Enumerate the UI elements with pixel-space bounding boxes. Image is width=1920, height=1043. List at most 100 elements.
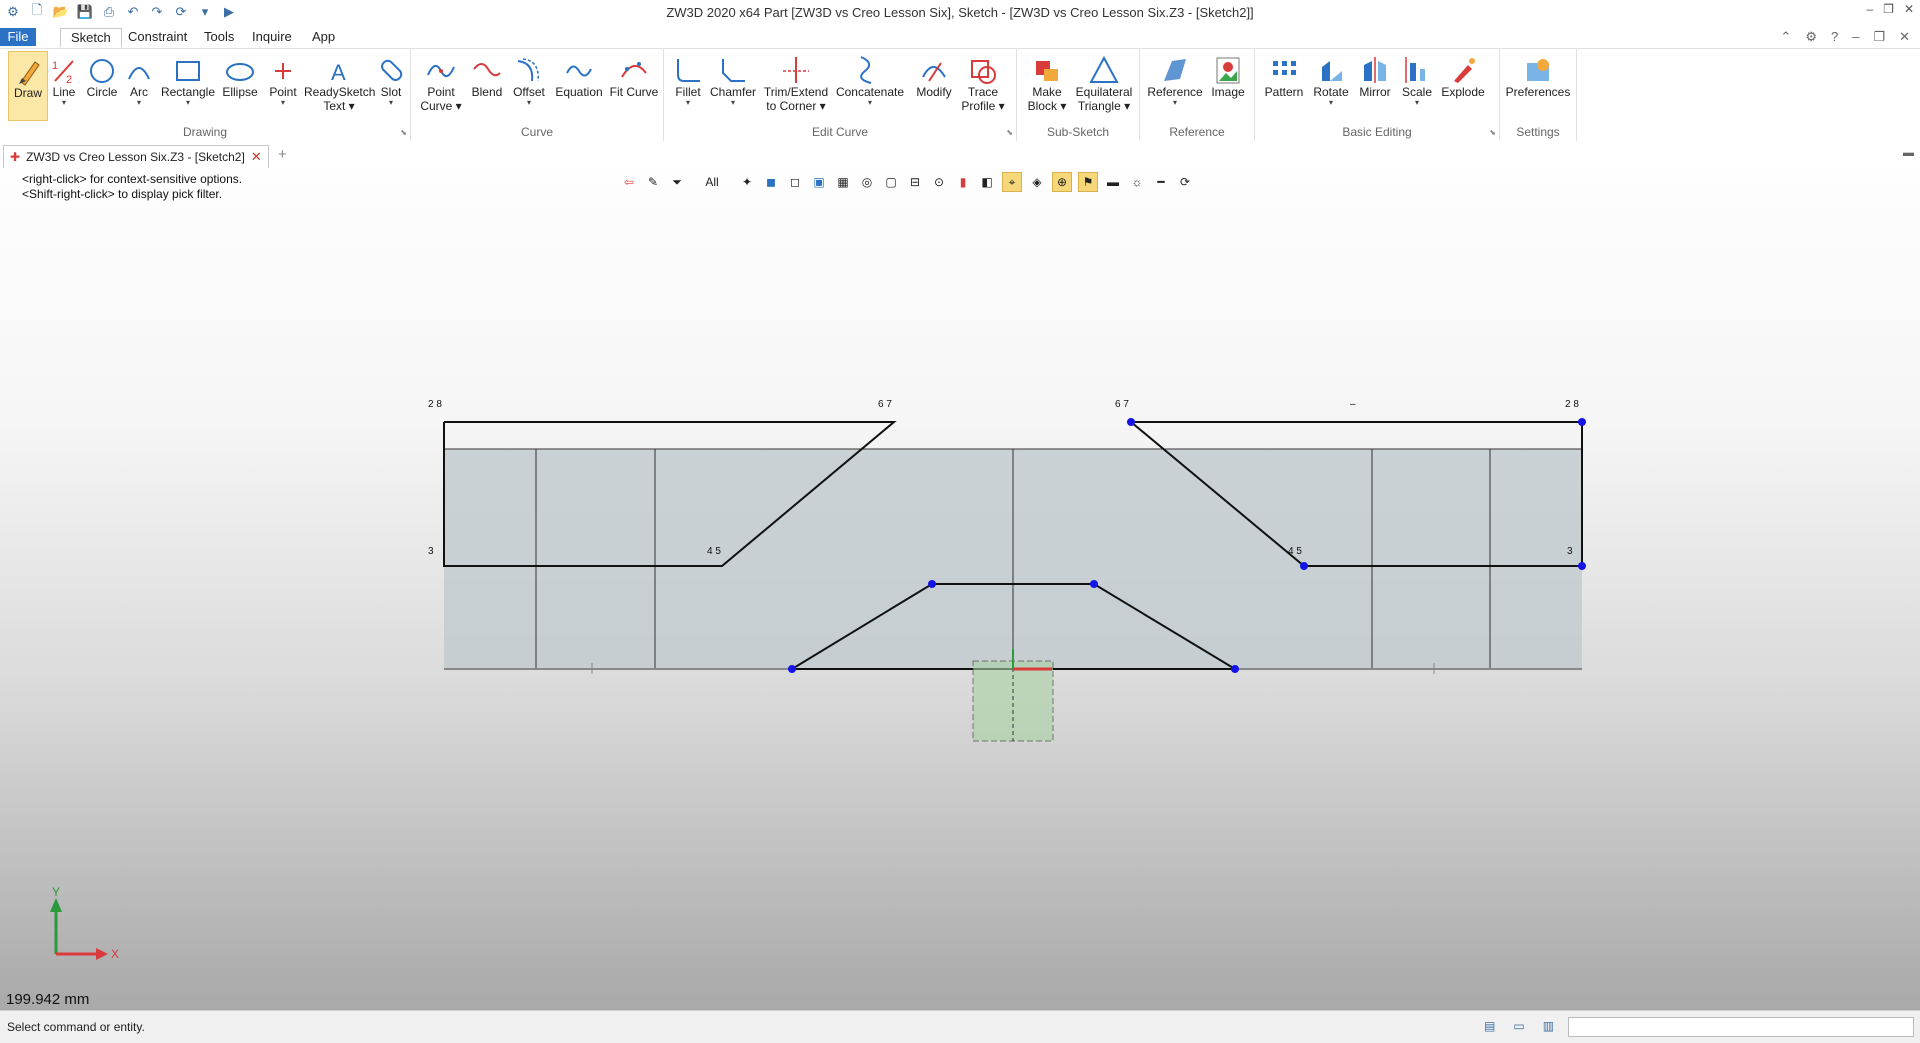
add-tab-icon[interactable]: + [278, 146, 287, 163]
blend-icon [473, 63, 501, 77]
readysketch-text-button[interactable]: A ReadySketch Text ▾ [304, 51, 375, 113]
mirror-button[interactable]: Mirror [1355, 51, 1395, 99]
tab-sketch[interactable]: Sketch [60, 28, 122, 47]
close-tab-icon[interactable]: ✕ [251, 146, 262, 168]
point-plus-icon [275, 63, 291, 79]
group-title-edit-curve: Edit Curve [811, 125, 869, 139]
pattern-icon [1273, 61, 1296, 75]
ribbon-tab-bar: File Sketch Constraint Tools Inquire App… [0, 26, 1920, 48]
rectangle-button[interactable]: Rectangle ▾ [160, 51, 216, 107]
explode-button[interactable]: Explode [1439, 51, 1487, 99]
doc-close-icon[interactable]: ✕ [1899, 29, 1910, 45]
concatenate-icon [860, 56, 872, 84]
scale-button[interactable]: Scale ▾ [1399, 51, 1435, 107]
settings-gear-icon[interactable]: ⚙ [1805, 29, 1817, 45]
preferences-icon [1527, 59, 1549, 81]
reference-plane-icon [1164, 59, 1186, 81]
document-tab-label: ZW3D vs Creo Lesson Six.Z3 - [Sketch2] [26, 150, 245, 164]
circle-button[interactable]: Circle [84, 51, 120, 99]
rotate-button[interactable]: Rotate ▾ [1311, 51, 1351, 107]
file-menu[interactable]: File [0, 28, 36, 46]
slot-icon [381, 59, 403, 81]
equation-icon [566, 65, 592, 77]
group-title-curve: Curve [520, 125, 553, 139]
help-icon[interactable]: ? [1831, 29, 1838, 45]
concatenate-button[interactable]: Concatenate ▾ [834, 51, 906, 107]
equilateral-triangle-button[interactable]: Equilateral Triangle ▾ [1073, 51, 1135, 113]
tab-app[interactable]: App [302, 28, 345, 46]
group-drawing: Draw 12 Line ▾ Circle Arc ▾ Rectangle ▾ Ell… [0, 49, 411, 141]
group-launcher-icon[interactable]: ⬊ [1006, 128, 1013, 137]
sketch-origin-box [972, 660, 1054, 742]
close-icon[interactable]: ✕ [1904, 2, 1914, 16]
window-controls: – ❐ ✕ [1866, 2, 1914, 16]
collapse-ribbon-icon[interactable]: ⌃ [1780, 29, 1791, 45]
svg-text:A: A [331, 60, 346, 85]
trace-profile-button[interactable]: Trace Profile ▾ [960, 51, 1006, 113]
constraint-label: 3 [428, 546, 434, 557]
group-curve: Point Curve ▾ Blend Offset ▾ Equation Fit … [411, 49, 664, 141]
tab-inquire[interactable]: Inquire [242, 28, 302, 46]
sketch-canvas[interactable]: 2 8 6 7 6 7 2 8 3 4 5 4 5 3 – Y X [0, 168, 1920, 1010]
line-button[interactable]: 12 Line ▾ [50, 51, 78, 107]
constraint-label: 4 5 [707, 546, 721, 557]
tab-constraint[interactable]: Constraint [118, 28, 197, 46]
doc-minimize-icon[interactable]: – [1852, 29, 1859, 45]
slot-button[interactable]: Slot ▾ [378, 51, 404, 107]
fillet-icon [677, 59, 700, 82]
minimize-icon[interactable]: – [1866, 2, 1873, 16]
ellipse-icon [226, 63, 254, 81]
status-bar: Select command or entity. ▤ ▭ ▥ [0, 1010, 1920, 1043]
document-tab[interactable]: ✚ ZW3D vs Creo Lesson Six.Z3 - [Sketch2]… [3, 145, 269, 168]
constraint-label: 2 8 [1565, 399, 1579, 410]
pattern-button[interactable]: Pattern [1261, 51, 1307, 99]
tab-tools[interactable]: Tools [194, 28, 244, 46]
axis-y-label: Y [52, 885, 60, 899]
chamfer-button[interactable]: Chamfer ▾ [708, 51, 758, 107]
status-window-icon[interactable]: ▥ [1543, 1019, 1554, 1033]
preferences-button[interactable]: Preferences [1504, 51, 1572, 99]
group-title-settings: Settings [1516, 125, 1560, 139]
status-message: Select command or entity. [7, 1020, 145, 1034]
offset-button[interactable]: Offset ▾ [509, 51, 549, 107]
svg-text:1: 1 [52, 60, 58, 72]
point-curve-button[interactable]: Point Curve ▾ [419, 51, 463, 113]
constraint-label: 6 7 [1115, 399, 1129, 410]
constraint-label: 2 8 [428, 399, 442, 410]
group-launcher-icon[interactable]: ⬊ [1489, 128, 1496, 137]
draw-button[interactable]: Draw [8, 51, 48, 121]
tab-list-icon[interactable]: ▬ [1903, 147, 1914, 159]
explode-icon [1454, 58, 1475, 83]
fit-curve-button[interactable]: Fit Curve [609, 51, 659, 99]
dimension-readout: 199.942 mm [6, 991, 90, 1008]
blend-button[interactable]: Blend [469, 51, 505, 99]
point-button[interactable]: Point ▾ [266, 51, 300, 107]
document-tab-bar: ✚ ZW3D vs Creo Lesson Six.Z3 - [Sketch2]… [0, 141, 1920, 169]
equation-button[interactable]: Equation [553, 51, 605, 99]
trim-icon [783, 57, 809, 83]
group-launcher-icon[interactable]: ⬊ [400, 128, 407, 137]
graphics-viewport[interactable]: <right-click> for context-sensitive opti… [0, 168, 1920, 1010]
status-monitor-icon[interactable]: ▭ [1513, 1019, 1524, 1033]
image-button[interactable]: Image [1208, 51, 1248, 99]
text-a-icon: A [331, 60, 346, 85]
rectangle-icon [176, 61, 200, 81]
reference-button[interactable]: Reference ▾ [1146, 51, 1204, 107]
command-input[interactable] [1568, 1017, 1914, 1037]
image-icon [1216, 57, 1240, 84]
doc-restore-icon[interactable]: ❐ [1873, 29, 1885, 45]
restore-icon[interactable]: ❐ [1883, 2, 1894, 16]
mirror-icon [1364, 57, 1386, 83]
ellipse-button[interactable]: Ellipse [220, 51, 260, 99]
group-title-reference: Reference [1169, 125, 1225, 139]
group-sub-sketch: Make Block ▾ Equilateral Triangle ▾ Sub-Sk… [1017, 49, 1140, 141]
modify-button[interactable]: Modify [912, 51, 956, 99]
group-title-basic-editing: Basic Editing [1342, 125, 1412, 139]
status-list-icon[interactable]: ▤ [1484, 1019, 1495, 1033]
sketch-icon: ✚ [10, 150, 21, 164]
fillet-button[interactable]: Fillet ▾ [672, 51, 704, 107]
trim-extend-button[interactable]: Trim/Extend to Corner ▾ [762, 51, 830, 113]
window-title: ZW3D 2020 x64 Part [ZW3D vs Creo Lesson … [666, 5, 1254, 20]
arc-button[interactable]: Arc ▾ [126, 51, 152, 107]
make-block-button[interactable]: Make Block ▾ [1025, 51, 1069, 113]
